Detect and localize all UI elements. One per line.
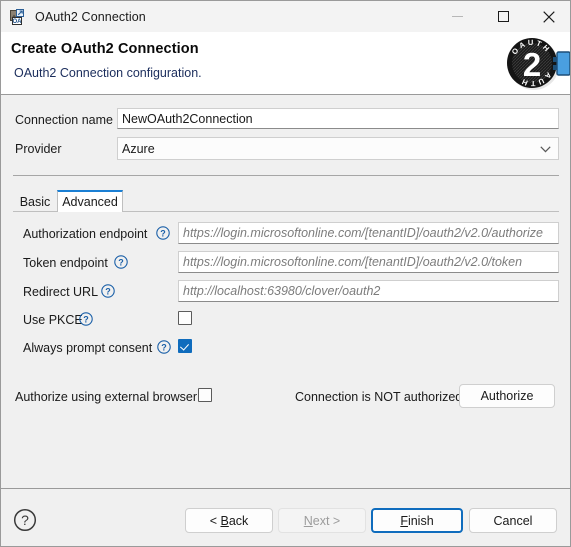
finish-button[interactable]: Finish: [371, 508, 463, 533]
cancel-button[interactable]: Cancel: [469, 508, 557, 533]
page-subtitle: OAuth2 Connection configuration.: [14, 66, 202, 80]
connection-name-input[interactable]: [117, 108, 559, 129]
always-prompt-consent-label: Always prompt consent: [23, 341, 153, 355]
redirect-url-help-icon[interactable]: ?: [101, 284, 115, 298]
chevron-down-icon: [540, 142, 551, 156]
window-title: OAuth2 Connection: [35, 9, 146, 24]
authorize-button[interactable]: Authorize: [459, 384, 555, 408]
provider-combo[interactable]: Azure: [117, 137, 559, 160]
back-button[interactable]: < Back: [185, 508, 273, 533]
provider-label: Provider: [15, 142, 62, 156]
tab-bar: Basic Advanced: [13, 190, 559, 212]
title-bar: OA OAuth2 Connection: [1, 1, 570, 33]
wizard-header: Create OAuth2 Connection OAuth2 Connecti…: [1, 31, 570, 95]
tab-basic[interactable]: Basic: [13, 191, 57, 212]
section-divider: [13, 175, 559, 176]
svg-text:2: 2: [523, 46, 541, 83]
dialog-body: Connection name Provider Azure Basic Adv…: [1, 95, 570, 488]
svg-text:?: ?: [118, 257, 124, 267]
connection-name-label: Connection name: [15, 113, 113, 127]
dialog-button-bar: ? < Back Next > Finish Cancel: [1, 488, 570, 546]
cancel-button-label: Cancel: [493, 513, 533, 528]
back-button-label: < Back: [209, 513, 249, 528]
token-endpoint-help-icon[interactable]: ?: [114, 255, 128, 269]
tab-advanced[interactable]: Advanced: [57, 190, 123, 212]
page-title: Create OAuth2 Connection: [11, 41, 199, 57]
provider-value: Azure: [122, 141, 155, 156]
redirect-url-label: Redirect URL: [23, 285, 99, 299]
svg-text:?: ?: [160, 228, 166, 238]
token-endpoint-input[interactable]: https://login.microsoftonline.com/[tenan…: [178, 251, 559, 273]
always-prompt-consent-checkbox[interactable]: [178, 339, 192, 353]
svg-text:?: ?: [21, 512, 29, 528]
authorize-button-label: Authorize: [480, 389, 534, 403]
help-icon[interactable]: ?: [13, 508, 37, 532]
always-prompt-consent-help-icon[interactable]: ?: [157, 340, 171, 354]
tab-advanced-label: Advanced: [62, 195, 118, 209]
finish-button-label: Finish: [400, 513, 434, 528]
minimize-icon[interactable]: [434, 1, 480, 32]
external-browser-label: Authorize using external browser: [15, 390, 198, 404]
next-button-label: Next >: [303, 513, 341, 528]
close-icon[interactable]: [526, 1, 570, 32]
token-endpoint-label: Token endpoint: [23, 256, 108, 270]
maximize-icon[interactable]: [480, 1, 526, 32]
window-controls: [434, 1, 570, 32]
authorization-endpoint-label: Authorization endpoint: [23, 227, 148, 241]
authorization-endpoint-help-icon[interactable]: ?: [156, 226, 170, 240]
use-pkce-label: Use PKCE: [23, 313, 83, 327]
authorization-endpoint-input[interactable]: https://login.microsoftonline.com/[tenan…: [178, 222, 559, 244]
oauth2-connection-dialog: OA OAuth2 Connection Create OAuth2 Conne…: [0, 0, 571, 547]
use-pkce-checkbox[interactable]: [178, 311, 192, 325]
use-pkce-help-icon[interactable]: ?: [79, 312, 93, 326]
svg-text:?: ?: [83, 314, 89, 324]
oauth2-wizard-icon: OA: [10, 8, 26, 25]
external-browser-checkbox[interactable]: [198, 388, 212, 402]
oauth2-logo-icon: 2 OAUTH AUTH: [498, 31, 570, 95]
svg-text:OA: OA: [13, 19, 23, 25]
next-button[interactable]: Next >: [278, 508, 366, 533]
tab-basic-label: Basic: [19, 194, 51, 209]
authorization-status: Connection is NOT authorized: [295, 390, 463, 404]
svg-text:?: ?: [105, 286, 111, 296]
svg-text:?: ?: [161, 342, 167, 352]
redirect-url-input[interactable]: http://localhost:63980/clover/oauth2: [178, 280, 559, 302]
